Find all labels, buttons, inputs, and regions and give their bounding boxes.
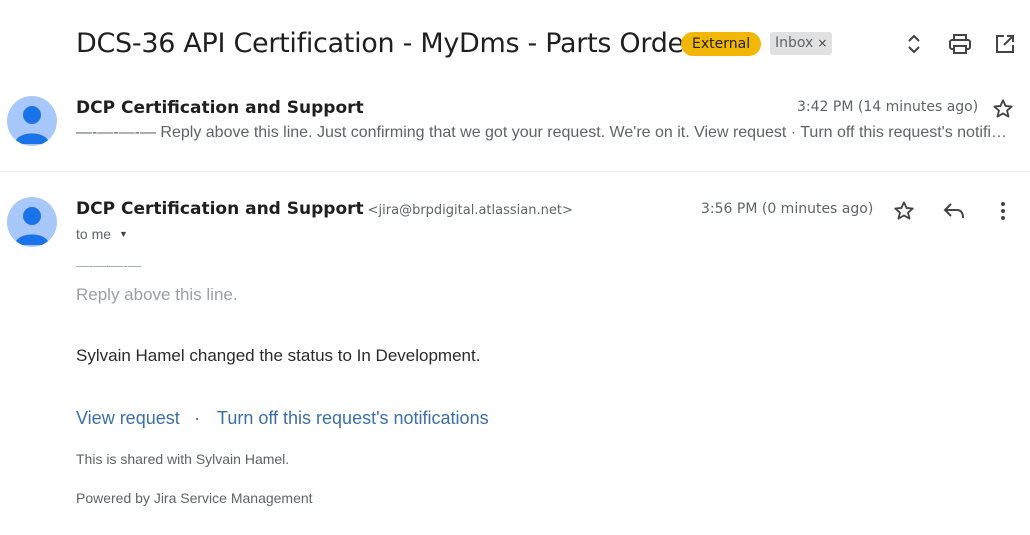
star-icon[interactable] — [892, 199, 916, 223]
inbox-label-chip[interactable]: Inbox × — [770, 32, 833, 55]
sender-line[interactable]: DCP Certification and Support <jira@brpdi… — [76, 199, 573, 219]
print-icon[interactable] — [948, 32, 972, 56]
message-time: 3:42 PM (14 minutes ago) — [797, 99, 979, 115]
reply-instruction: Reply above this line. — [76, 285, 238, 304]
sender-name[interactable]: DCP Certification and Support — [76, 98, 364, 118]
reply-icon[interactable] — [942, 199, 966, 223]
recipients-label: to me — [76, 226, 112, 242]
avatar[interactable] — [7, 197, 57, 247]
recipients-toggle[interactable]: to me ▼ — [76, 226, 128, 242]
email-subject: DCS-36 API Certification - MyDms - Parts… — [76, 28, 695, 59]
message-time: 3:56 PM (0 minutes ago) — [701, 201, 874, 217]
reply-separator: —-—-—-— — [76, 258, 141, 273]
sender-email: <jira@brpdigital.atlassian.net> — [367, 203, 573, 218]
inbox-label-text: Inbox — [775, 35, 814, 51]
sender-name[interactable]: DCP Certification and Support — [76, 199, 364, 219]
external-badge: External — [681, 32, 762, 56]
shared-with-text: This is shared with Sylvain Hamel. — [76, 451, 290, 467]
view-request-link[interactable]: View request — [76, 408, 180, 429]
link-separator: · — [194, 408, 200, 428]
remove-label-icon[interactable]: × — [817, 36, 827, 50]
expand-collapse-icon[interactable] — [902, 32, 926, 56]
avatar[interactable] — [7, 96, 57, 146]
more-options-icon[interactable] — [991, 199, 1015, 223]
open-in-new-window-icon[interactable] — [993, 32, 1017, 56]
message-divider — [0, 171, 1030, 172]
message-snippet[interactable]: —-—-—-— Reply above this line. Just conf… — [76, 124, 1014, 142]
turn-off-notifications-link[interactable]: Turn off this request's notifications — [217, 408, 489, 429]
chevron-down-icon[interactable]: ▼ — [119, 229, 128, 239]
status-change-text: Sylvain Hamel changed the status to In D… — [76, 346, 481, 365]
star-icon[interactable] — [991, 97, 1015, 121]
powered-by-text: Powered by Jira Service Management — [76, 490, 313, 506]
